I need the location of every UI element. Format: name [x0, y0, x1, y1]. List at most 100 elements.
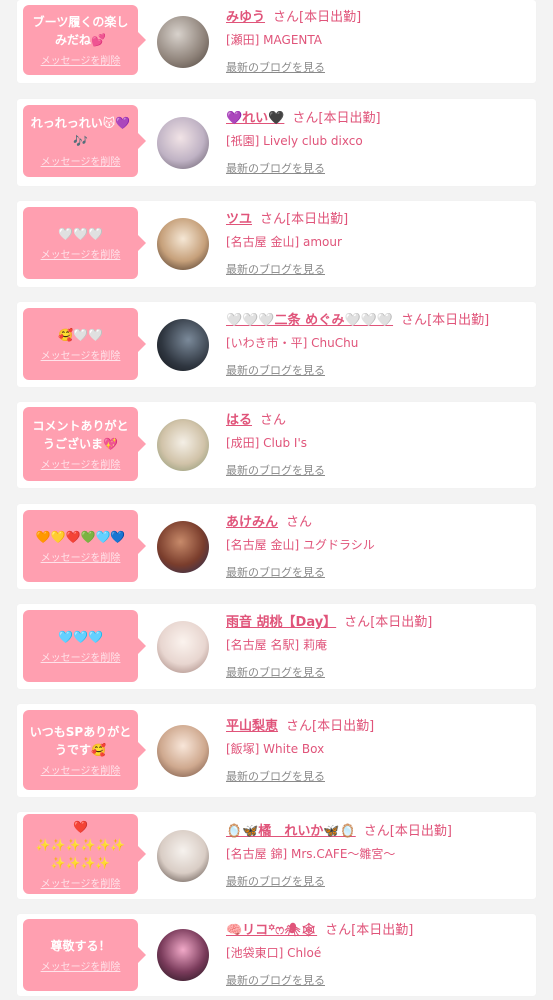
message-bubble: 🥰🤍🤍 メッセージを削除: [23, 308, 146, 380]
cast-info: 🪞🦋橘 れいか🦋🪞 さん[本日出勤] [名古屋 錦] Mrs.CAFE～雛宮～ 最…: [226, 823, 531, 889]
latest-blog-link[interactable]: 最新のブログを見る: [226, 768, 531, 784]
latest-blog-link[interactable]: 最新のブログを見る: [226, 462, 531, 478]
message-bubble: 尊敬する！ メッセージを削除: [23, 919, 146, 991]
shop-name: [瀬田] MAGENTA: [226, 33, 322, 47]
latest-blog-link[interactable]: 最新のブログを見る: [226, 261, 531, 277]
avatar[interactable]: [157, 218, 209, 270]
message-bubble: 🤍🤍🤍 メッセージを削除: [23, 207, 146, 279]
message-card: 尊敬する！ メッセージを削除 🧠リコ꙳ෆ🕷🕸 さん[本日出勤] [池袋東口] Ch…: [17, 914, 536, 996]
cast-name-link[interactable]: 🧠リコ꙳ෆ🕷🕸: [226, 923, 317, 938]
avatar[interactable]: [157, 319, 209, 371]
attendance-status: [本日出勤]: [389, 824, 452, 839]
honorific-label: さん: [363, 824, 390, 839]
cast-name-link[interactable]: あけみん: [226, 515, 278, 530]
cast-info: 🧠リコ꙳ෆ🕷🕸 さん[本日出勤] [池袋東口] Chloé 最新のブログを見る: [226, 922, 531, 988]
message-text: ブーツ履くの楽しみだね💕: [32, 15, 129, 47]
shop-name: [池袋東口] Chloé: [226, 946, 322, 960]
message-text: コメントありがとうございま💖: [32, 419, 129, 451]
message-bubble: 🩵🩵🩵 メッセージを削除: [23, 610, 146, 682]
delete-message-link[interactable]: メッセージを削除: [41, 649, 121, 664]
cast-name-link[interactable]: 雨音 胡桃【Day】: [226, 615, 336, 630]
message-bubble: ❤️ ✨✨✨✨✨✨ ✨✨✨✨ メッセージを削除: [23, 814, 146, 894]
honorific-label: さん: [260, 212, 287, 227]
attendance-status: [本日出勤]: [312, 719, 375, 734]
delete-message-link[interactable]: メッセージを削除: [41, 958, 121, 973]
shop-name: [成田] Club I's: [226, 436, 308, 450]
cast-name-link[interactable]: 💜れい🖤: [226, 111, 284, 126]
message-card: いつもSPありがとうです🥰 メッセージを削除 平山梨恵 さん[本日出勤] [飯塚]…: [17, 704, 536, 797]
avatar[interactable]: [157, 725, 209, 777]
latest-blog-link[interactable]: 最新のブログを見る: [226, 873, 531, 889]
cast-name-link[interactable]: ツユ: [226, 212, 252, 227]
delete-message-link[interactable]: メッセージを削除: [41, 153, 121, 168]
cast-info: はる さん [成田] Club I's 最新のブログを見る: [226, 412, 531, 478]
avatar[interactable]: [157, 16, 209, 68]
message-card: 🥰🤍🤍 メッセージを削除 🤍🤍🤍二条 めぐみ🤍🤍🤍 さん[本日出勤] [いわき市・…: [17, 302, 536, 387]
message-bubble: コメントありがとうございま💖 メッセージを削除: [23, 407, 146, 481]
shop-name: [名古屋 錦] Mrs.CAFE～雛宮～: [226, 847, 396, 861]
delete-message-link[interactable]: メッセージを削除: [41, 52, 121, 67]
avatar[interactable]: [157, 830, 209, 882]
cast-info: あけみん さん [名古屋 金山] ユグドラシル 最新のブログを見る: [226, 514, 531, 580]
delete-message-link[interactable]: メッセージを削除: [41, 246, 121, 261]
avatar[interactable]: [157, 117, 209, 169]
message-text: いつもSPありがとうです🥰: [29, 725, 132, 757]
honorific-label: さん: [344, 615, 371, 630]
shop-name: [飯塚] White Box: [226, 742, 325, 756]
delete-message-link[interactable]: メッセージを削除: [41, 549, 121, 564]
message-card: 🧡💛❤️💚🩵💙 メッセージを削除 あけみん さん [名古屋 金山] ユグドラシル …: [17, 504, 536, 589]
cast-name-link[interactable]: はる: [226, 413, 252, 428]
message-card: 🩵🩵🩵 メッセージを削除 雨音 胡桃【Day】 さん[本日出勤] [名古屋 名駅]…: [17, 604, 536, 689]
message-text: 🥰🤍🤍: [58, 328, 103, 342]
message-text: 🤍🤍🤍: [58, 227, 103, 241]
delete-message-link[interactable]: メッセージを削除: [41, 347, 121, 362]
attendance-status: [本日出勤]: [427, 313, 490, 328]
cast-name-link[interactable]: 平山梨恵: [226, 719, 278, 734]
message-card: れっれっれい😽💜🎶 メッセージを削除 💜れい🖤 さん[本日出勤] [祇園] Liv…: [17, 99, 536, 186]
message-bubble: いつもSPありがとうです🥰 メッセージを削除: [23, 710, 146, 790]
shop-name: [祇園] Lively club dixco: [226, 134, 363, 148]
shop-name: [名古屋 金山] amour: [226, 235, 342, 249]
message-card: ブーツ履くの楽しみだね💕 メッセージを削除 みゆう さん[本日出勤] [瀬田] M…: [17, 0, 536, 83]
shop-name: [名古屋 金山] ユグドラシル: [226, 538, 375, 552]
cast-name-link[interactable]: 🪞🦋橘 れいか🦋🪞: [226, 824, 356, 839]
avatar[interactable]: [157, 929, 209, 981]
message-card: 🤍🤍🤍 メッセージを削除 ツユ さん[本日出勤] [名古屋 金山] amour 最…: [17, 201, 536, 287]
honorific-label: さん: [260, 413, 287, 428]
attendance-status: [本日出勤]: [370, 615, 433, 630]
cast-info: 💜れい🖤 さん[本日出勤] [祇園] Lively club dixco 最新のブ…: [226, 110, 531, 176]
honorific-label: さん: [292, 111, 319, 126]
cast-name-link[interactable]: みゆう: [226, 10, 265, 25]
message-card: ❤️ ✨✨✨✨✨✨ ✨✨✨✨ メッセージを削除 🪞🦋橘 れいか🦋🪞 さん[本日出勤…: [17, 812, 536, 899]
attendance-status: [本日出勤]: [299, 10, 362, 25]
honorific-label: さん: [325, 923, 352, 938]
message-text: 🩵🩵🩵: [58, 630, 103, 644]
avatar[interactable]: [157, 419, 209, 471]
delete-message-link[interactable]: メッセージを削除: [41, 762, 121, 777]
latest-blog-link[interactable]: 最新のブログを見る: [226, 972, 531, 988]
message-bubble: ブーツ履くの楽しみだね💕 メッセージを削除: [23, 5, 146, 75]
delete-message-link[interactable]: メッセージを削除: [41, 456, 121, 471]
cast-info: 雨音 胡桃【Day】 さん[本日出勤] [名古屋 名駅] 莉庵 最新のブログを見る: [226, 614, 531, 680]
message-text: 尊敬する！: [50, 939, 111, 953]
avatar[interactable]: [157, 621, 209, 673]
shop-name: [名古屋 名駅] 莉庵: [226, 638, 327, 652]
message-text: ❤️ ✨✨✨✨✨✨ ✨✨✨✨: [35, 820, 126, 870]
cast-info: 平山梨恵 さん[本日出勤] [飯塚] White Box 最新のブログを見る: [226, 718, 531, 784]
avatar[interactable]: [157, 521, 209, 573]
latest-blog-link[interactable]: 最新のブログを見る: [226, 59, 531, 75]
attendance-status: [本日出勤]: [351, 923, 414, 938]
cast-name-link[interactable]: 🤍🤍🤍二条 めぐみ🤍🤍🤍: [226, 313, 393, 328]
cast-info: ツユ さん[本日出勤] [名古屋 金山] amour 最新のブログを見る: [226, 211, 531, 277]
message-bubble: 🧡💛❤️💚🩵💙 メッセージを削除: [23, 510, 146, 582]
latest-blog-link[interactable]: 最新のブログを見る: [226, 564, 531, 580]
latest-blog-link[interactable]: 最新のブログを見る: [226, 664, 531, 680]
delete-message-link[interactable]: メッセージを削除: [41, 875, 121, 890]
latest-blog-link[interactable]: 最新のブログを見る: [226, 362, 531, 378]
honorific-label: さん: [401, 313, 428, 328]
honorific-label: さん: [286, 719, 313, 734]
latest-blog-link[interactable]: 最新のブログを見る: [226, 160, 531, 176]
cast-info: みゆう さん[本日出勤] [瀬田] MAGENTA 最新のブログを見る: [226, 9, 531, 75]
message-card: コメントありがとうございま💖 メッセージを削除 はる さん [成田] Club I…: [17, 402, 536, 488]
shop-name: [いわき市・平] ChuChu: [226, 336, 359, 350]
